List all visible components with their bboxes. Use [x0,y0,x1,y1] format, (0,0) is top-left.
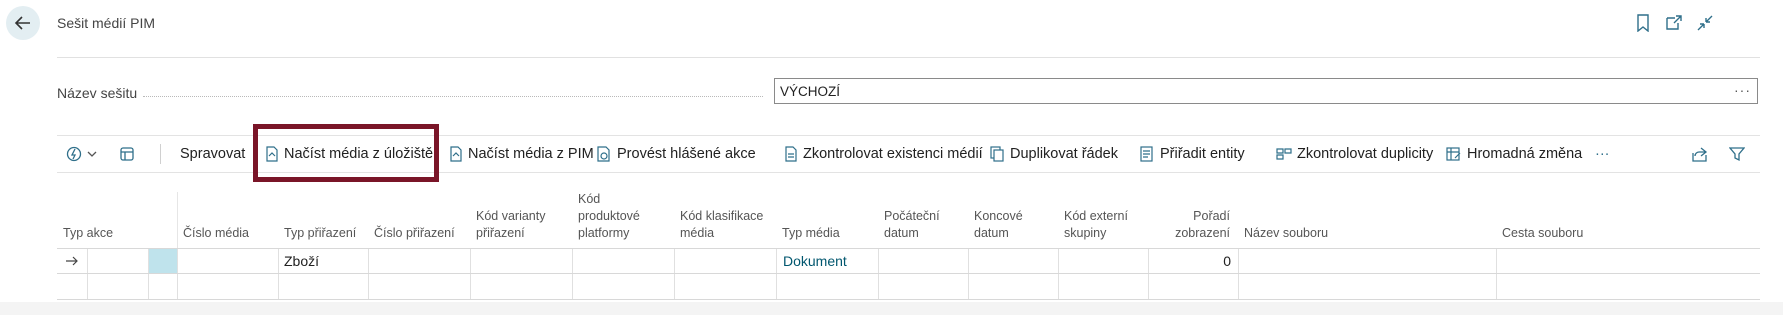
column-divider [470,249,471,273]
col-file-name[interactable]: Název souboru [1238,192,1496,244]
lookup-more-button[interactable]: ··· [1734,82,1751,98]
check-existence-button[interactable]: Zkontrolovat existenci médií [784,136,983,172]
toolbar-separator [160,144,161,164]
column-divider [1058,249,1059,273]
column-divider [368,274,369,299]
column-divider [572,249,573,273]
column-divider [87,274,88,299]
column-divider [148,249,149,273]
mass-change-label: Hromadná změna [1467,146,1583,162]
col-end-date[interactable]: Koncové datum [968,192,1058,244]
col-media-type[interactable]: Typ média [776,192,878,244]
column-divider [776,249,777,273]
col-action-type[interactable]: Typ akce [57,192,177,244]
assign-entities-label: Přiřadit entity [1160,146,1245,162]
chevron-down-icon [87,151,97,157]
leader-dots [143,95,764,97]
col-media-no[interactable]: Číslo média [177,192,277,244]
col-platform-code[interactable]: Kód produktové platformy [572,192,674,244]
open-new-window-icon[interactable] [1665,14,1683,32]
header-divider [57,57,1760,58]
column-divider [1148,274,1149,299]
share-icon [1692,147,1708,162]
check-duplicates-button[interactable]: Zkontrolovat duplicity [1276,136,1433,172]
column-divider [674,249,675,273]
col-class-code[interactable]: Kód klasifikace média [674,192,776,244]
arrow-right-icon [66,256,78,266]
copy-icon [990,146,1004,162]
column-divider [278,249,279,273]
column-divider [1238,249,1239,273]
col-start-date[interactable]: Počáteční datum [878,192,968,244]
footer-band [0,302,1783,315]
filter-button[interactable] [1729,136,1750,172]
column-divider [177,274,178,299]
collapse-icon[interactable] [1696,14,1714,32]
highlight-frame [253,124,439,182]
column-divider [878,274,879,299]
page-title: Sešit médií PIM [57,15,156,31]
mass-change-button[interactable]: Hromadná změna [1446,136,1582,172]
back-button[interactable] [6,6,40,40]
column-divider [1238,274,1239,299]
column-divider [470,274,471,299]
media-type-cell[interactable]: Dokument [783,249,847,273]
column-divider [148,274,149,299]
batch-name-field[interactable]: VÝCHOZÍ ··· [774,78,1758,104]
column-divider [177,249,178,273]
assign-entities-button[interactable]: Přiřadit entity [1139,136,1245,172]
column-divider [572,274,573,299]
share-button[interactable] [1691,136,1714,172]
table-row[interactable]: Zboží Dokument 0 [57,248,1760,274]
checklist-icon [785,146,797,162]
column-divider [87,249,88,273]
col-display-order[interactable]: Pořadí zobrazení [1148,192,1238,244]
column-divider [1496,274,1497,299]
column-divider [968,249,969,273]
duplicate-row-button[interactable]: Duplikovat řádek [989,136,1118,172]
more-actions-button[interactable]: ··· [1595,136,1610,172]
col-variant-code[interactable]: Kód varianty přiřazení [470,192,572,244]
column-divider [368,249,369,273]
column-divider [674,274,675,299]
filter-icon [1729,147,1745,162]
selected-cell[interactable] [148,249,177,273]
col-file-path[interactable]: Cesta souboru [1496,192,1760,244]
document-import-icon [450,146,462,162]
col-ext-group[interactable]: Kód externí skupiny [1058,192,1148,244]
column-divider [1496,249,1497,273]
manage-menu[interactable]: Spravovat [180,136,245,172]
column-divider [878,249,879,273]
lightning-icon [66,146,82,162]
process-actions-label: Provést hlášené akce [617,146,756,162]
table-row-empty[interactable] [57,274,1760,300]
check-existence-label: Zkontrolovat existenci médií [803,146,983,162]
bookmark-icon[interactable] [1634,14,1652,32]
column-divider [776,274,777,299]
check-duplicates-label: Zkontrolovat duplicity [1297,146,1434,162]
duplicate-row-label: Duplikovat řádek [1010,146,1118,162]
column-divider [1058,274,1059,299]
column-divider [278,274,279,299]
process-actions-button[interactable]: Provést hlášené akce [596,136,756,172]
row-selector[interactable] [57,249,87,273]
assign-type-cell[interactable]: Zboží [284,249,319,273]
display-order-cell[interactable]: 0 [1148,249,1231,273]
layout-icon [120,147,134,161]
load-from-pim-button[interactable]: Načíst média z PIM [449,136,594,172]
batch-name-value: VÝCHOZÍ [780,83,841,99]
col-assign-no[interactable]: Číslo přiřazení [368,192,470,244]
load-from-pim-label: Načíst média z PIM [468,146,594,162]
edit-table-icon [1446,147,1461,161]
column-divider [968,274,969,299]
process-document-icon [597,146,610,162]
layout-button[interactable] [119,136,140,172]
batch-name-label: Název sešitu [57,85,764,101]
list-icon [1140,146,1153,162]
actions-dropdown[interactable] [66,136,102,172]
duplicates-icon [1276,148,1292,160]
arrow-left-icon [14,16,30,30]
col-assign-type[interactable]: Typ přiřazení [278,192,368,244]
